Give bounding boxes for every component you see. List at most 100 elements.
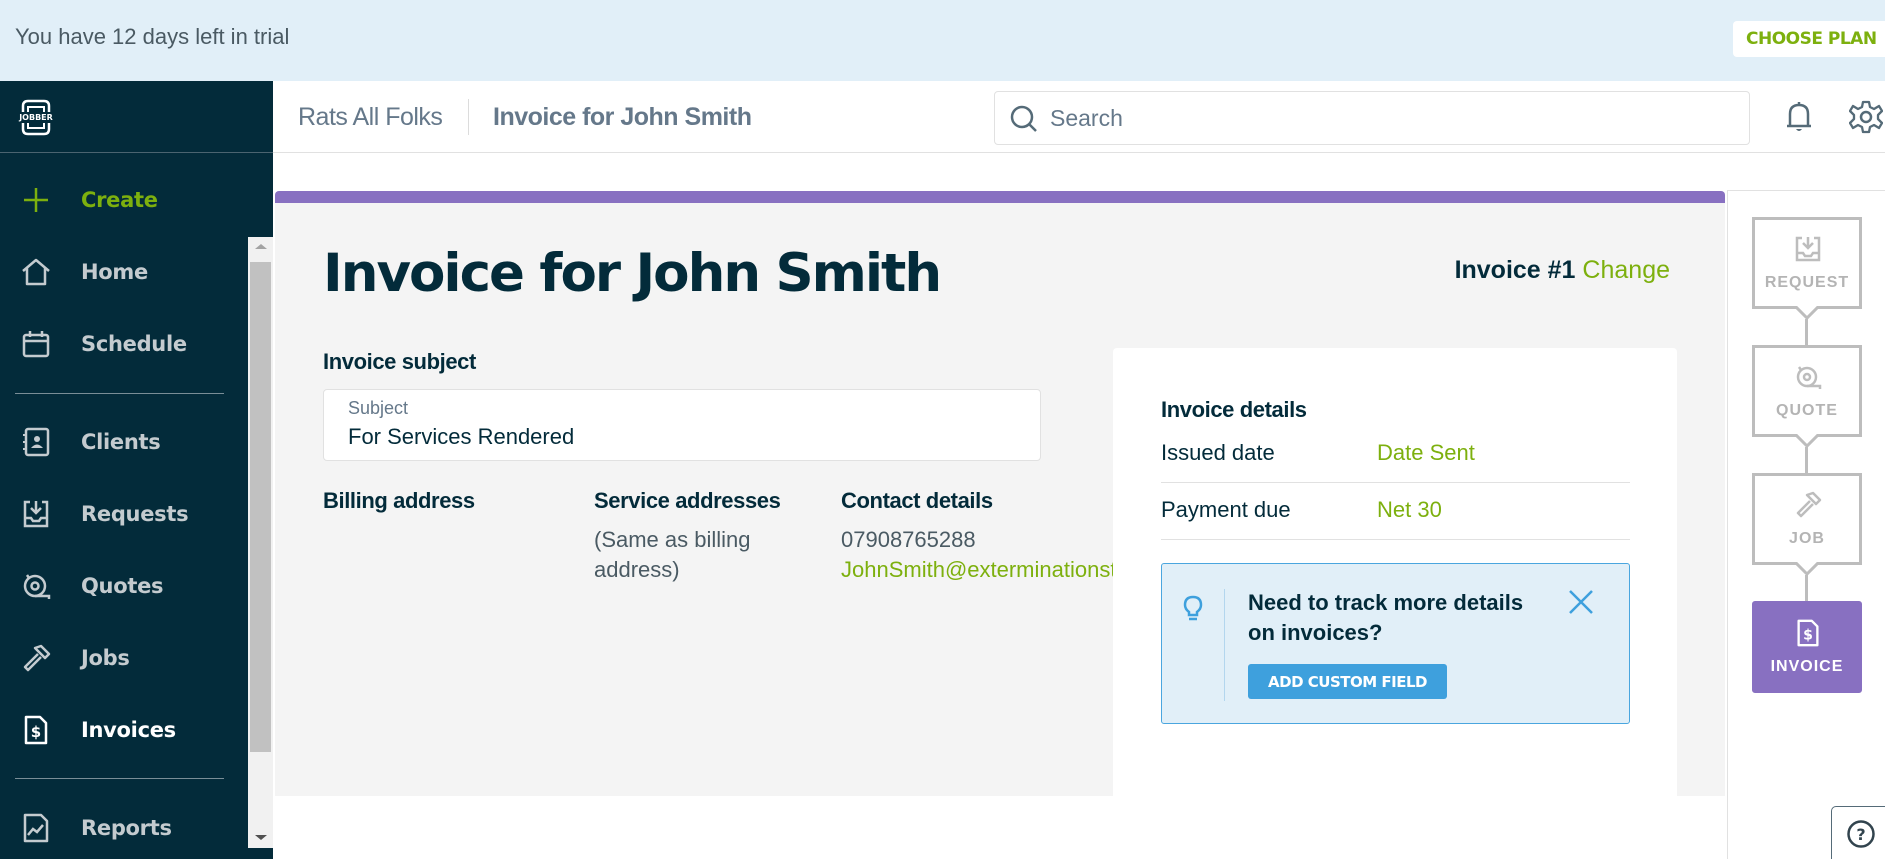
quote-tape-icon: [1796, 366, 1822, 389]
sidebar-item-label: Clients: [81, 430, 161, 454]
sidebar-scrollbar[interactable]: [248, 237, 273, 848]
help-button[interactable]: ?: [1831, 806, 1885, 859]
workflow-step-request[interactable]: REQUEST: [1752, 217, 1862, 320]
svg-text:?: ?: [1856, 825, 1865, 844]
page-title: Invoice for John Smith: [323, 243, 942, 304]
sidebar-item-schedule[interactable]: Schedule: [0, 314, 248, 374]
sidebar-item-clients[interactable]: Clients: [0, 412, 248, 472]
sidebar-item-label: Quotes: [81, 574, 164, 598]
details-row-issued-date: Issued date Date Sent: [1161, 426, 1630, 483]
sidebar-item-label: Reports: [81, 816, 172, 840]
scroll-down-arrow[interactable]: [248, 828, 273, 848]
sidebar-item-jobs[interactable]: Jobs: [0, 628, 248, 688]
workflow-step-job[interactable]: JOB: [1752, 473, 1862, 576]
add-custom-field-button[interactable]: ADD CUSTOM FIELD: [1248, 664, 1447, 699]
sidebar-item-label: Create: [81, 188, 158, 212]
quote-tape-icon: [19, 569, 53, 603]
invoice-icon: $: [1797, 619, 1819, 647]
sidebar-item-invoices[interactable]: $ Invoices: [0, 700, 248, 760]
subject-field-value[interactable]: For Services Rendered: [348, 424, 574, 450]
hammer-icon: [1796, 491, 1822, 518]
jobber-logo[interactable]: JOBBER: [15, 98, 57, 136]
sidebar-item-label: Schedule: [81, 332, 187, 356]
calendar-icon: [19, 327, 53, 361]
close-icon[interactable]: [1567, 588, 1595, 616]
service-address-text: (Same as billing address): [594, 527, 751, 582]
breadcrumb-company[interactable]: Rats All Folks: [298, 103, 443, 132]
contact-phone: 07908765288: [841, 527, 976, 552]
hammer-icon: [19, 641, 53, 675]
reports-icon: [19, 811, 53, 845]
sidebar-item-label: Invoices: [81, 718, 176, 742]
contact-details-heading: Contact details: [841, 488, 993, 513]
svg-text:$: $: [31, 723, 41, 741]
trial-days-text: You have 12 days left in trial: [15, 24, 290, 49]
step-arrow: [1795, 434, 1819, 448]
settings-gear-icon[interactable]: [1849, 100, 1883, 134]
workflow-step-label: INVOICE: [1770, 658, 1844, 675]
svg-text:JOBBER: JOBBER: [18, 113, 53, 122]
step-arrow: [1795, 306, 1819, 320]
billing-address-heading: Billing address: [323, 488, 475, 513]
details-row-payment-due: Payment due Net 30: [1161, 483, 1630, 540]
subject-field[interactable]: Subject For Services Rendered: [323, 389, 1041, 461]
workflow-step-label: QUOTE: [1776, 402, 1838, 419]
sidebar-divider: [15, 778, 224, 779]
workflow-step-invoice[interactable]: $ INVOICE: [1752, 601, 1862, 693]
details-row-label: Payment due: [1161, 497, 1291, 522]
workflow-connector: [1805, 319, 1808, 346]
sidebar-item-requests[interactable]: Requests: [0, 484, 248, 544]
plus-icon: [19, 183, 53, 217]
change-invoice-number-link[interactable]: Change: [1582, 256, 1670, 284]
workflow-step-label: JOB: [1789, 530, 1825, 547]
invoice-accent-bar: [275, 191, 1725, 203]
custom-field-callout: Need to track more details on invoices? …: [1161, 563, 1630, 724]
sidebar-item-quotes[interactable]: Quotes: [0, 556, 248, 616]
notifications-bell-icon[interactable]: [1784, 100, 1814, 134]
issued-date-value[interactable]: Date Sent: [1377, 440, 1475, 466]
sidebar-item-create[interactable]: Create: [0, 170, 248, 230]
workflow-step-quote[interactable]: QUOTE: [1752, 345, 1862, 448]
payment-due-value[interactable]: Net 30: [1377, 497, 1442, 523]
request-inbox-icon: [19, 497, 53, 531]
invoice-details-heading: Invoice details: [1161, 397, 1307, 422]
subject-field-label: Subject: [348, 398, 409, 418]
search-field[interactable]: [994, 91, 1750, 145]
invoice-subject-heading: Invoice subject: [323, 349, 476, 374]
svg-text:$: $: [1803, 628, 1813, 644]
service-addresses-heading: Service addresses: [594, 488, 781, 513]
callout-message: Need to track more details on invoices?: [1248, 590, 1524, 645]
top-bar: Rats All Folks Invoice for John Smith: [273, 81, 1885, 153]
scroll-up-arrow[interactable]: [248, 237, 273, 257]
sidebar-item-label: Requests: [81, 502, 189, 526]
workflow-step-label: REQUEST: [1764, 274, 1850, 291]
breadcrumb-current-page: Invoice for John Smith: [493, 103, 752, 131]
help-icon: ?: [1847, 820, 1875, 848]
details-row-label: Issued date: [1161, 440, 1275, 465]
step-arrow: [1795, 562, 1819, 576]
sidebar-item-label: Jobs: [81, 646, 130, 670]
home-icon: [19, 255, 53, 289]
breadcrumb-separator: [468, 99, 469, 135]
sidebar: JOBBER Create Home Schedule Clients Requ…: [0, 81, 273, 859]
callout-divider: [1224, 589, 1225, 701]
request-inbox-icon: [1795, 236, 1821, 262]
search-input[interactable]: [1050, 102, 1730, 134]
clients-icon: [19, 425, 53, 459]
sidebar-divider: [15, 393, 224, 394]
sidebar-item-home[interactable]: Home: [0, 242, 248, 302]
sidebar-item-label: Home: [81, 260, 148, 284]
workflow-connector: [1805, 575, 1808, 602]
invoice-card: Invoice for John Smith Invoice #1 Change…: [275, 191, 1725, 796]
sidebar-divider: [0, 152, 273, 153]
choose-plan-button[interactable]: CHOOSE PLAN: [1733, 21, 1885, 57]
workflow-panel: REQUEST QUOTE JOB $ INVOICE: [1727, 190, 1885, 859]
workflow-connector: [1805, 447, 1808, 474]
lightbulb-icon: [1183, 595, 1203, 621]
trial-banner: You have 12 days left in trial CHOOSE PL…: [0, 0, 1885, 81]
invoice-number: Invoice #1 Change: [1455, 256, 1670, 285]
invoice-details-card: Invoice details Issued date Date Sent Pa…: [1113, 348, 1677, 796]
invoice-number-label: Invoice #1: [1454, 256, 1576, 284]
scroll-thumb[interactable]: [250, 262, 271, 752]
sidebar-item-reports[interactable]: Reports: [0, 798, 248, 858]
